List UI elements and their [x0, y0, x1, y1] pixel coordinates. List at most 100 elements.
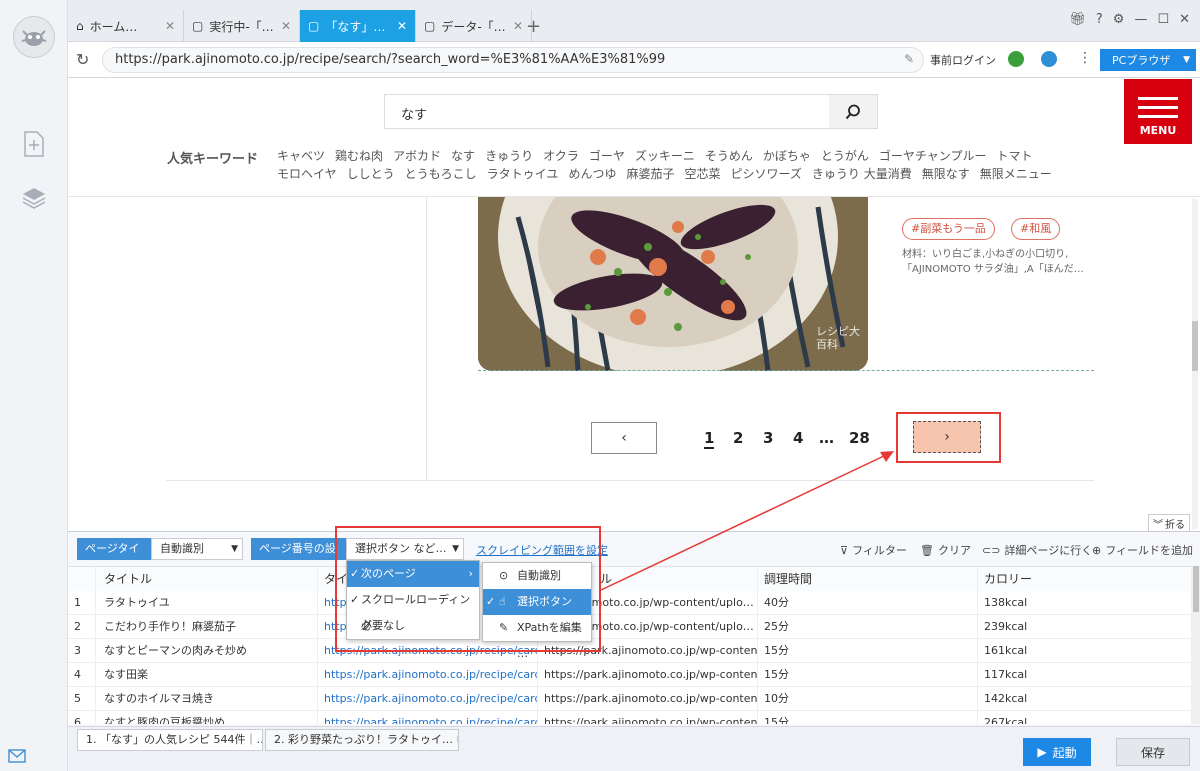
table-cell[interactable]: なすとピーマンの肉みそ炒め: [96, 639, 318, 663]
table-cell[interactable]: 25分: [758, 615, 978, 639]
table-cell[interactable]: 6: [68, 711, 96, 724]
keyword-link[interactable]: キャベツ: [277, 149, 325, 163]
table-cell[interactable]: なすと豚肉の豆板醤炒め: [96, 711, 318, 724]
table-cell[interactable]: 3: [68, 639, 96, 663]
menu-item-select-button[interactable]: ✓ ☝ 選択ボタン: [483, 589, 591, 615]
extension-icon[interactable]: [1041, 51, 1057, 67]
collapse-button[interactable]: ︾ 折る: [1148, 514, 1190, 532]
next-page-button[interactable]: ›: [913, 421, 981, 453]
table-row[interactable]: 4 なす田楽 https://park.ajinomoto.co.jp/recipe…: [68, 663, 1192, 687]
table-cell[interactable]: https://park.ajinomoto.co.jp/wp-content/…: [538, 687, 758, 711]
keyword-link[interactable]: ししとう: [347, 167, 395, 181]
search-input[interactable]: なす: [401, 104, 427, 123]
page-scrollbar[interactable]: [1192, 199, 1198, 529]
new-tab-button[interactable]: +: [526, 16, 541, 37]
table-scrollbar[interactable]: [1192, 566, 1200, 724]
new-task-icon[interactable]: [20, 130, 48, 158]
scrollbar-thumb[interactable]: [1192, 321, 1198, 371]
menu-item-scroll-loading[interactable]: ✓ スクロールローディング: [347, 587, 479, 632]
table-cell[interactable]: 142kcal: [978, 687, 1192, 711]
filter-button[interactable]: ⊽ フィルター: [840, 542, 907, 558]
site-search[interactable]: なす: [384, 94, 878, 129]
table-cell[interactable]: なすのホイルマヨ焼き: [96, 687, 318, 711]
table-row[interactable]: 6 なすと豚肉の豆板醤炒め https://park.ajinomoto.co.jp…: [68, 711, 1192, 724]
menu-item-next-page[interactable]: ✓ 次のページ ›: [347, 561, 479, 587]
keyword-link[interactable]: とうがん: [821, 149, 869, 163]
maximize-icon[interactable]: ☐: [1157, 12, 1169, 27]
recipe-tag[interactable]: #和風: [1011, 218, 1061, 240]
table-cell[interactable]: 2: [68, 615, 96, 639]
header-cell[interactable]: 調理時間: [758, 567, 978, 591]
page-type-select[interactable]: 自動識別 ▼: [151, 538, 243, 560]
keyword-link[interactable]: アボカド: [393, 149, 441, 163]
keyword-link[interactable]: そうめん: [705, 149, 753, 163]
login-button[interactable]: 事前ログイン: [930, 52, 996, 68]
table-cell[interactable]: 40分: [758, 591, 978, 615]
reload-icon[interactable]: ↻: [76, 50, 89, 69]
extension-icon[interactable]: [1008, 51, 1024, 67]
table-cell[interactable]: なす田楽: [96, 663, 318, 687]
recipe-tag[interactable]: #副菜もう一品: [902, 218, 995, 240]
keyword-link[interactable]: ゴーヤチャンプルー: [879, 149, 987, 163]
close-icon[interactable]: ✕: [165, 19, 175, 33]
keyword-link[interactable]: かぼちゃ: [763, 149, 811, 163]
keyword-link[interactable]: 無限なす: [922, 167, 970, 181]
page-number[interactable]: 1: [704, 429, 715, 449]
keyword-link[interactable]: トマト: [996, 149, 1032, 163]
keyword-link[interactable]: とうもろこし: [405, 167, 477, 181]
keyword-link[interactable]: ラタトゥイユ: [487, 167, 559, 181]
edit-icon[interactable]: ✎: [904, 52, 914, 66]
keyword-link[interactable]: ピシソワーズ: [730, 167, 801, 181]
tab-running[interactable]: ▢ 実行中-「… ✕: [184, 10, 300, 42]
close-icon[interactable]: ✕: [281, 19, 291, 33]
header-cell[interactable]: タイトル: [96, 567, 318, 591]
table-cell[interactable]: 4: [68, 663, 96, 687]
table-cell[interactable]: 15分: [758, 711, 978, 724]
bottom-tab[interactable]: 1. 「なす」の人気レシピ 544件｜…: [77, 729, 263, 751]
table-row[interactable]: 3 なすとピーマンの肉みそ炒め https://park.ajinomoto.co.…: [68, 639, 1192, 663]
bottom-tab[interactable]: 2. 彩り野菜たっぷり！ラタトゥイ… ⓧ: [265, 729, 459, 751]
minimize-icon[interactable]: —: [1134, 12, 1147, 27]
keyword-link[interactable]: モロヘイヤ: [277, 167, 337, 181]
table-cell[interactable]: 15分: [758, 639, 978, 663]
table-row[interactable]: 1 ラタトゥイユ https ark.ajinomoto.co.jp/wp-conte…: [68, 591, 1192, 615]
table-cell[interactable]: 5: [68, 687, 96, 711]
keyword-link[interactable]: 麻婆茄子: [626, 167, 674, 181]
run-button[interactable]: ▶ 起動: [1023, 738, 1091, 766]
table-cell[interactable]: 239kcal: [978, 615, 1192, 639]
tab-nasu[interactable]: ▢ 「なす」… ✕: [300, 10, 416, 42]
gear-icon[interactable]: ⚙: [1113, 12, 1125, 27]
table-cell[interactable]: 10分: [758, 687, 978, 711]
close-window-icon[interactable]: ✕: [1179, 12, 1190, 27]
page-number[interactable]: 28: [849, 429, 870, 447]
table-cell[interactable]: https://park.ajinomoto.co.jp/recipe/card…: [318, 687, 538, 711]
close-icon[interactable]: ⓧ: [457, 733, 459, 746]
save-button[interactable]: 保存: [1116, 738, 1190, 766]
table-row[interactable]: 5 なすのホイルマヨ焼き https://park.ajinomoto.co.jp/…: [68, 687, 1192, 711]
more-icon[interactable]: ⋮: [1078, 50, 1092, 66]
tab-home[interactable]: ⌂ ホーム… ✕: [68, 10, 184, 42]
table-cell[interactable]: https://park.ajinomoto.co.jp/wp-content/…: [538, 663, 758, 687]
table-cell[interactable]: https://park.ajinomoto.co.jp/recipe/card…: [318, 711, 538, 724]
header-cell[interactable]: カロリー: [978, 567, 1192, 591]
keyword-link[interactable]: めんつゆ: [568, 167, 616, 181]
menu-item-edit-xpath[interactable]: ✎ XPathを編集 …: [483, 615, 591, 660]
keyword-link[interactable]: きゅうり 大量消費: [812, 167, 912, 181]
help-icon[interactable]: ?: [1096, 12, 1103, 27]
menu-item-none[interactable]: 必要なし: [347, 613, 479, 639]
keyword-link[interactable]: 空芯菜: [684, 167, 720, 181]
browser-mode-button[interactable]: PCブラウザ ▼: [1100, 49, 1196, 71]
keyword-link[interactable]: オクラ: [543, 149, 579, 163]
gift-icon[interactable]: 🎁︎: [1069, 12, 1086, 27]
close-icon[interactable]: ✕: [513, 19, 523, 33]
table-cell[interactable]: 267kcal: [978, 711, 1192, 724]
mail-icon[interactable]: [8, 749, 26, 763]
page-number[interactable]: 3: [763, 429, 773, 447]
keyword-link[interactable]: ゴーヤ: [589, 149, 625, 163]
keyword-link[interactable]: きゅうり: [485, 149, 533, 163]
recipe-image[interactable]: レシピ大百科: [478, 197, 868, 371]
page-number[interactable]: 2: [733, 429, 743, 447]
prev-page-button[interactable]: ‹: [591, 422, 657, 454]
keyword-link[interactable]: 鶏むね肉: [335, 149, 383, 163]
add-field-button[interactable]: ⊕ フィールドを追加: [1092, 542, 1193, 558]
